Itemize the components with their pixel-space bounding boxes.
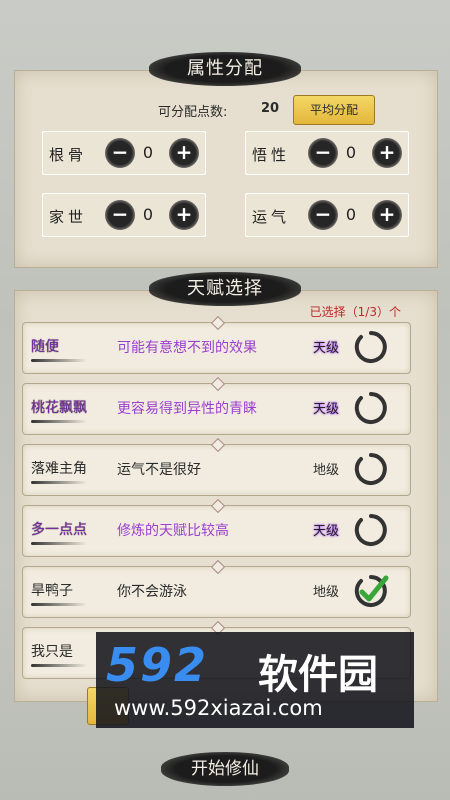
- plus-button[interactable]: +: [169, 200, 199, 230]
- minus-button[interactable]: −: [308, 138, 338, 168]
- talent-card[interactable]: 桃花飘飘 更容易得到异性的青睐 天级: [22, 383, 411, 435]
- talent-desc: 你不会游泳: [117, 584, 187, 600]
- plus-button[interactable]: +: [372, 138, 402, 168]
- selected-count: 已选择（1/3）个: [309, 305, 401, 319]
- talent-name: 多一点点: [31, 522, 87, 538]
- empty-circle-icon[interactable]: [353, 329, 389, 365]
- attributes-title: 属性分配: [149, 52, 301, 86]
- attr-name: 家世: [49, 208, 88, 226]
- talent-desc: 可能有意想不到的效果: [117, 340, 257, 356]
- attr-box-gengu: 根骨 − 0 +: [42, 131, 206, 175]
- empty-circle-icon[interactable]: [353, 451, 389, 487]
- brush-underline: [31, 603, 87, 606]
- brush-underline: [31, 664, 87, 667]
- talent-card[interactable]: 随便 可能有意想不到的效果 天级: [22, 322, 411, 374]
- talent-card[interactable]: 落难主角 运气不是很好 地级: [22, 444, 411, 496]
- plus-button[interactable]: +: [372, 200, 402, 230]
- talent-grade: 天级: [313, 341, 340, 356]
- watermark-banner: 592 软件园 www.592xiazai.com: [96, 632, 414, 728]
- attr-box-wuxing: 悟性 − 0 +: [245, 131, 409, 175]
- plus-button[interactable]: +: [169, 138, 199, 168]
- talent-desc: 更容易得到异性的青睐: [117, 401, 257, 417]
- attr-value: 0: [142, 205, 154, 224]
- talent-card[interactable]: 多一点点 修炼的天赋比较高 天级: [22, 505, 411, 557]
- talent-grade: 天级: [313, 524, 340, 539]
- brush-underline: [31, 542, 87, 545]
- talent-name: 桃花飘飘: [31, 400, 87, 416]
- attr-value: 0: [345, 205, 357, 224]
- talent-grade: 天级: [313, 402, 340, 417]
- attr-value: 0: [345, 143, 357, 162]
- attr-box-yunqi: 运气 − 0 +: [245, 193, 409, 237]
- attr-value: 0: [142, 143, 154, 162]
- talent-name: 落难主角: [31, 461, 87, 477]
- checked-circle-icon[interactable]: [353, 573, 389, 609]
- minus-button[interactable]: −: [105, 200, 135, 230]
- brush-underline: [31, 359, 87, 362]
- attr-box-jiashi: 家世 − 0 +: [42, 193, 206, 237]
- start-cultivation-button[interactable]: 开始修仙: [161, 752, 289, 786]
- watermark-url: www.592xiazai.com: [114, 696, 323, 720]
- attr-name: 运气: [252, 208, 291, 226]
- talents-title: 天赋选择: [149, 272, 301, 306]
- talent-grade: 地级: [313, 463, 340, 478]
- talent-grade: 地级: [313, 585, 340, 600]
- brush-underline: [31, 481, 87, 484]
- points-value: 20: [261, 101, 280, 116]
- minus-button[interactable]: −: [308, 200, 338, 230]
- talent-name: 随便: [31, 339, 59, 355]
- talent-desc: 修炼的天赋比较高: [117, 523, 229, 539]
- watermark-logo-text: 软件园: [258, 652, 378, 698]
- attributes-panel: 可分配点数: 20 平均分配 根骨 − 0 + 悟性 − 0 + 家世 − 0 …: [14, 70, 438, 268]
- talent-card[interactable]: 旱鸭子 你不会游泳 地级: [22, 566, 411, 618]
- attr-name: 悟性: [252, 146, 291, 164]
- empty-circle-icon[interactable]: [353, 512, 389, 548]
- watermark-logo-number: 592: [106, 638, 209, 692]
- points-label: 可分配点数:: [158, 105, 228, 120]
- talent-desc: 运气不是很好: [117, 462, 201, 478]
- minus-button[interactable]: −: [105, 138, 135, 168]
- talent-name: 我只是: [31, 644, 73, 660]
- brush-underline: [31, 420, 87, 423]
- talent-name: 旱鸭子: [31, 583, 73, 599]
- attr-name: 根骨: [49, 146, 88, 164]
- empty-circle-icon[interactable]: [353, 390, 389, 426]
- average-allocate-button[interactable]: 平均分配: [293, 95, 375, 125]
